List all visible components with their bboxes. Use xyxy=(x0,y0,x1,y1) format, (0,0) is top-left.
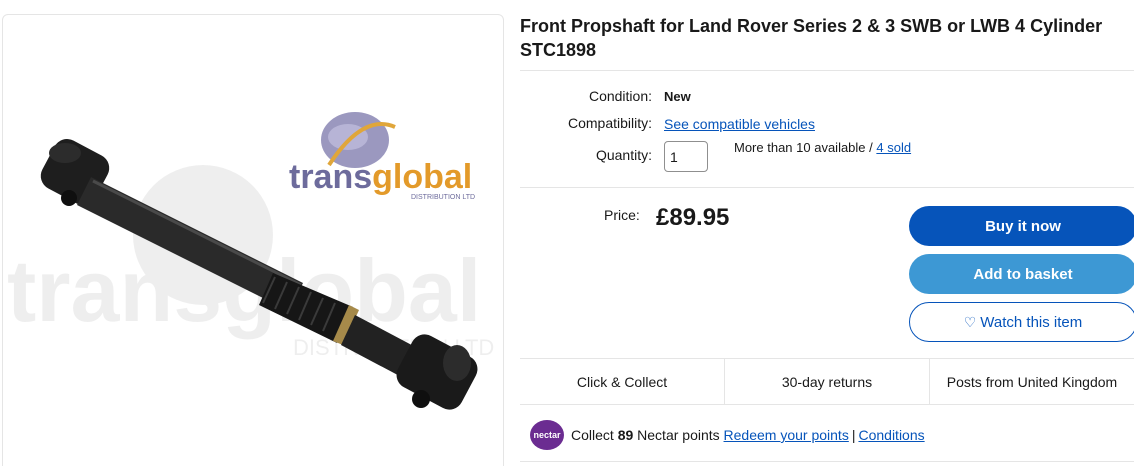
watch-item-button[interactable]: ♡ Watch this item xyxy=(909,302,1134,342)
heart-outline-icon: ♡ xyxy=(963,313,977,330)
quantity-label: Quantity: xyxy=(595,147,652,163)
specs-divider xyxy=(520,187,1134,188)
redeem-points-link[interactable]: Redeem your points xyxy=(724,427,849,443)
logo-text: transglobal xyxy=(289,158,472,196)
quantity-input[interactable] xyxy=(664,141,708,172)
compatibility-label: Compatibility: xyxy=(567,115,652,131)
conditions-link[interactable]: Conditions xyxy=(858,427,924,443)
availability-text: More than 10 available / 4 sold xyxy=(734,140,911,155)
product-image-panel[interactable]: transglobal DISTRIBUTION LTD transglobal… xyxy=(2,14,504,466)
availability-count: More than 10 available / xyxy=(734,140,877,155)
product-title: Front Propshaft for Land Rover Series 2 … xyxy=(520,16,1103,60)
watch-item-label: Watch this item xyxy=(980,313,1083,331)
condition-value: New xyxy=(664,89,691,104)
title-divider xyxy=(520,70,1134,71)
condition-label: Condition: xyxy=(588,88,652,104)
feature-click-collect: Click & Collect xyxy=(520,359,725,404)
delivery-features-row: Click & Collect 30-day returns Posts fro… xyxy=(520,358,1134,405)
logo-sub: DISTRIBUTION LTD xyxy=(411,194,475,201)
nectar-collect-prefix: Collect xyxy=(571,427,618,443)
nectar-divider xyxy=(520,461,1134,462)
see-compatible-vehicles-link[interactable]: See compatible vehicles xyxy=(664,116,815,132)
sold-count-link[interactable]: 4 sold xyxy=(876,140,911,155)
link-separator: | xyxy=(851,427,856,443)
nectar-logo: nectar xyxy=(530,420,564,450)
buy-it-now-button[interactable]: Buy it now xyxy=(909,206,1134,246)
nectar-collect-suffix: Nectar points xyxy=(633,427,724,443)
add-to-basket-button[interactable]: Add to basket xyxy=(909,254,1134,294)
feature-posts-from: Posts from United Kingdom xyxy=(946,373,1118,390)
product-image[interactable]: transglobal DISTRIBUTION LTD transglobal… xyxy=(3,15,504,466)
nectar-points-row: nectar Collect 89 Nectar points Redeem y… xyxy=(530,419,925,451)
transglobal-logo: transglobal DISTRIBUTION LTD xyxy=(289,112,475,201)
price-label: Price: xyxy=(604,207,640,223)
price-value: £89.95 xyxy=(656,204,730,231)
feature-returns: 30-day returns xyxy=(725,359,930,404)
nectar-points-value: 89 xyxy=(617,427,634,443)
